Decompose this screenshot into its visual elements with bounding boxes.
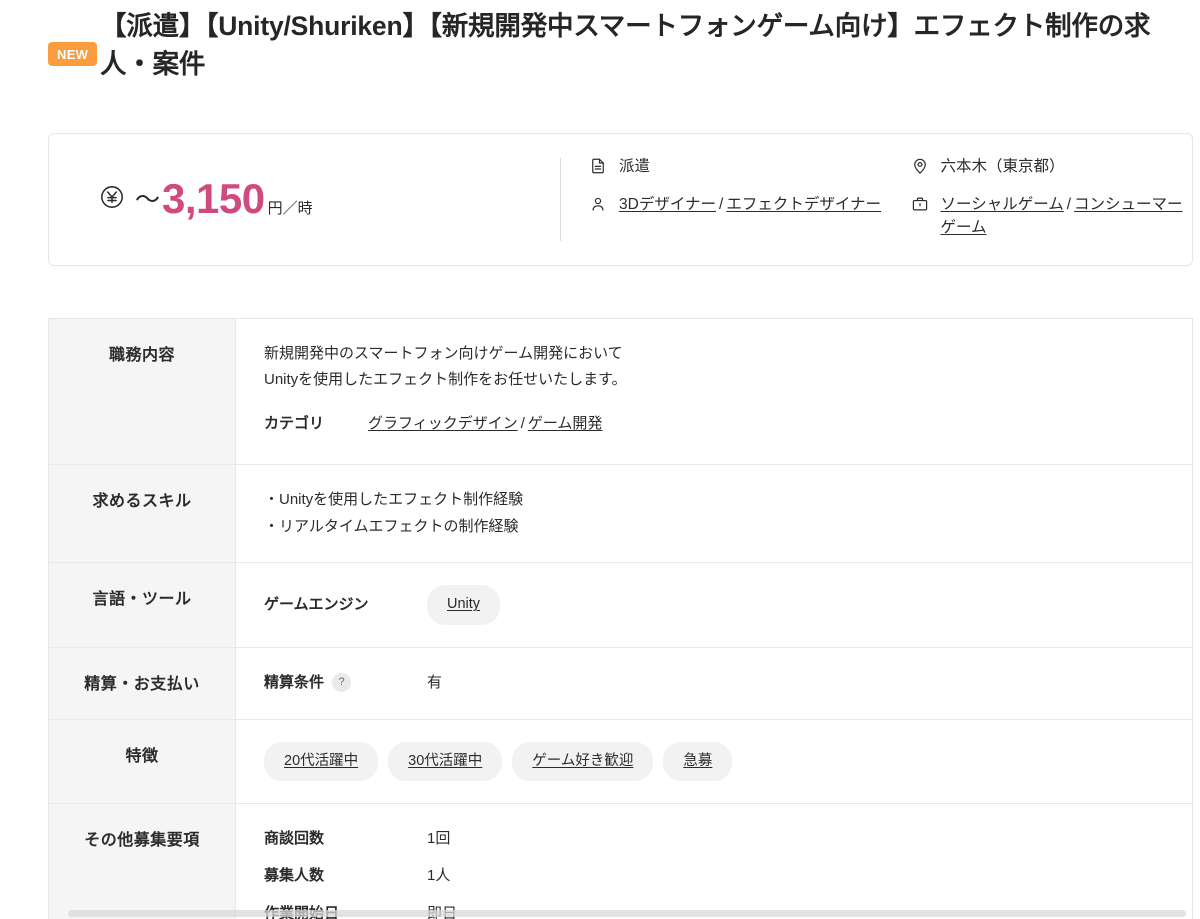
payment-condition-key-text: 精算条件	[264, 673, 325, 691]
other-row-1-value: 1人	[427, 867, 451, 885]
table-row-tools: 言語・ツール ゲームエンジン Unity	[49, 563, 1192, 648]
title-block: NEW 【派遣】【Unity/Shuriken】【新規開発中スマートフォンゲーム…	[0, 0, 1200, 83]
category-links: グラフィックデザイン / ゲーム開発	[368, 411, 602, 437]
row-label-payment: 精算・お支払い	[49, 647, 236, 719]
feature-tag-0[interactable]: 20代活躍中	[264, 741, 379, 782]
row-body-features: 20代活躍中 30代活躍中 ゲーム好き歓迎 急募	[236, 720, 1192, 803]
table-row-payment: 精算・お支払い 精算条件 ? 有	[49, 647, 1192, 720]
page-title: 【派遣】【Unity/Shuriken】【新規開発中スマートフォンゲーム向け】エ…	[100, 11, 1151, 79]
feature-tag-1-link[interactable]: 30代活躍中	[408, 749, 482, 774]
feature-tag-1[interactable]: 30代活躍中	[388, 741, 503, 782]
category-link-0[interactable]: グラフィックデザイン	[368, 415, 518, 432]
row-label-other: その他募集要項	[49, 804, 236, 919]
other-row-0: 商談回数 1回	[264, 826, 1170, 852]
row-body-tools: ゲームエンジン Unity	[236, 563, 1192, 646]
summary-meta-right: 六本木（東京都） ソーシャルゲーム / コンシューマーゲーム	[891, 156, 1193, 243]
help-icon[interactable]: ?	[332, 673, 352, 693]
table-row-duties: 職務内容 新規開発中のスマートフォン向けゲーム開発において Unityを使用した…	[49, 319, 1192, 465]
tools-line: ゲームエンジン Unity	[264, 585, 1170, 625]
table-row-skills: 求めるスキル ・Unityを使用したエフェクト制作経験 ・リアルタイムエフェクト…	[49, 465, 1192, 564]
yen-circle-icon	[99, 184, 125, 215]
feature-tag-2[interactable]: ゲーム好き歓迎	[512, 741, 654, 782]
document-icon	[589, 157, 607, 175]
other-rows: 商談回数 1回 募集人数 1人 作業開始日 即日 最低稼働日数 週5日	[264, 826, 1170, 919]
price-wrap: 〜 3,150 円／時	[135, 178, 313, 221]
contract-type-text: 派遣	[619, 158, 651, 175]
payment-condition-key: 精算条件 ?	[264, 670, 427, 696]
person-icon	[589, 195, 607, 213]
role-link-1[interactable]: エフェクトデザイナー	[726, 196, 881, 213]
tool-tag-unity-link[interactable]: Unity	[447, 592, 480, 617]
industries-item: ソーシャルゲーム / コンシューマーゲーム	[911, 194, 1193, 239]
location-item: 六本木（東京都）	[911, 156, 1193, 178]
row-label-skills: 求めるスキル	[49, 465, 236, 563]
row-body-other: 商談回数 1回 募集人数 1人 作業開始日 即日 最低稼働日数 週5日	[236, 804, 1192, 919]
horizontal-scrollbar[interactable]	[68, 910, 1186, 917]
summary-card: 〜 3,150 円／時 派遣 3Dデザイナー / エフェクトデザイナー 六本木（…	[48, 133, 1193, 266]
duties-line-1: 新規開発中のスマートフォン向けゲーム開発において	[264, 345, 623, 362]
title-row: NEW 【派遣】【Unity/Shuriken】【新規開発中スマートフォンゲーム…	[0, 8, 1192, 83]
job-detail-page: NEW 【派遣】【Unity/Shuriken】【新規開発中スマートフォンゲーム…	[0, 0, 1200, 919]
duties-line-2: Unityを使用したエフェクト制作をお任せいたします。	[264, 370, 627, 388]
category-separator: /	[520, 414, 525, 432]
table-row-other: その他募集要項 商談回数 1回 募集人数 1人 作業開始日 即日	[49, 804, 1192, 919]
row-label-features: 特徴	[49, 719, 236, 804]
map-pin-icon	[911, 157, 929, 175]
summary-meta-left: 派遣 3Dデザイナー / エフェクトデザイナー	[589, 156, 891, 243]
price-prefix: 〜	[135, 186, 161, 214]
summary-meta: 派遣 3Dデザイナー / エフェクトデザイナー 六本木（東京都） ソーシャルゲー…	[561, 134, 1192, 265]
detail-table: 職務内容 新規開発中のスマートフォン向けゲーム開発において Unityを使用した…	[48, 318, 1193, 919]
category-label: カテゴリ	[264, 414, 325, 432]
payment-condition-line: 精算条件 ? 有	[264, 670, 1170, 696]
industries-separator: /	[1066, 196, 1072, 214]
feature-tag-0-link[interactable]: 20代活躍中	[284, 749, 358, 774]
row-body-duties: 新規開発中のスマートフォン向けゲーム開発において Unityを使用したエフェクト…	[236, 319, 1192, 464]
contract-type-item: 派遣	[589, 156, 891, 178]
skill-item-0: ・Unityを使用したエフェクト制作経験	[264, 491, 524, 508]
industries-text: ソーシャルゲーム / コンシューマーゲーム	[941, 194, 1193, 239]
row-body-payment: 精算条件 ? 有	[236, 648, 1192, 719]
table-row-features: 特徴 20代活躍中 30代活躍中 ゲーム好き歓迎 急募	[49, 719, 1192, 805]
roles-item: 3Dデザイナー / エフェクトデザイナー	[589, 194, 891, 216]
feature-tag-list: 20代活躍中 30代活躍中 ゲーム好き歓迎 急募	[264, 741, 1170, 782]
category-link-1[interactable]: ゲーム開発	[528, 415, 603, 432]
skill-item-1: ・リアルタイムエフェクトの制作経験	[264, 517, 519, 535]
row-label-tools: 言語・ツール	[49, 563, 236, 647]
row-body-skills: ・Unityを使用したエフェクト制作経験 ・リアルタイムエフェクトの制作経験	[236, 465, 1192, 562]
feature-tag-3[interactable]: 急募	[663, 741, 733, 782]
tool-tag-unity[interactable]: Unity	[427, 585, 501, 625]
roles-text: 3Dデザイナー / エフェクトデザイナー	[619, 194, 881, 216]
other-row-0-value: 1回	[427, 830, 451, 848]
role-link-0[interactable]: 3Dデザイナー	[619, 196, 716, 213]
new-badge: NEW	[48, 42, 98, 66]
other-row-1: 募集人数 1人	[264, 863, 1170, 889]
price-unit: 円／時	[267, 200, 313, 217]
briefcase-icon	[911, 195, 929, 213]
other-row-1-key: 募集人数	[264, 867, 325, 885]
roles-separator: /	[719, 196, 724, 214]
location-text: 六本木（東京都）	[940, 158, 1065, 175]
feature-tag-2-link[interactable]: ゲーム好き歓迎	[532, 749, 633, 774]
other-row-0-key: 商談回数	[264, 830, 325, 848]
row-label-duties: 職務内容	[49, 319, 236, 464]
price-area: 〜 3,150 円／時	[49, 134, 560, 265]
category-line: カテゴリ グラフィックデザイン / ゲーム開発	[264, 411, 1170, 437]
feature-tag-3-link[interactable]: 急募	[683, 749, 712, 774]
price-value: 3,150	[162, 175, 265, 222]
industry-link-0[interactable]: ソーシャルゲーム	[941, 196, 1064, 213]
payment-condition-value: 有	[427, 673, 443, 691]
tools-group-label: ゲームエンジン	[264, 595, 369, 613]
